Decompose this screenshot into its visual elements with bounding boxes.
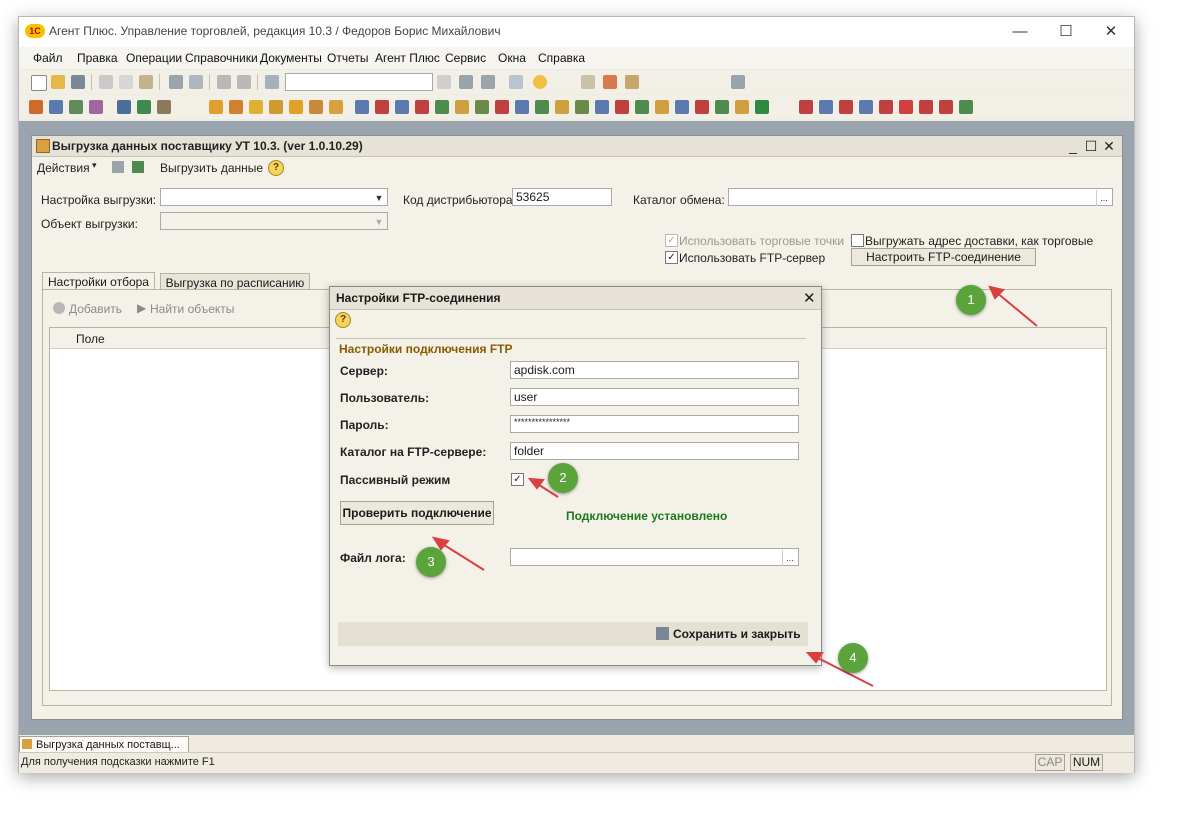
step-marker-2: 2 (548, 463, 578, 493)
step-marker-1: 1 (956, 285, 986, 315)
arrow-1 (995, 291, 1038, 327)
step-marker-3: 3 (416, 547, 446, 577)
arrow-3 (440, 542, 485, 571)
arrow-head-4 (805, 652, 824, 664)
step-marker-4: 4 (838, 643, 868, 673)
annotation-arrows (431, 285, 1038, 687)
